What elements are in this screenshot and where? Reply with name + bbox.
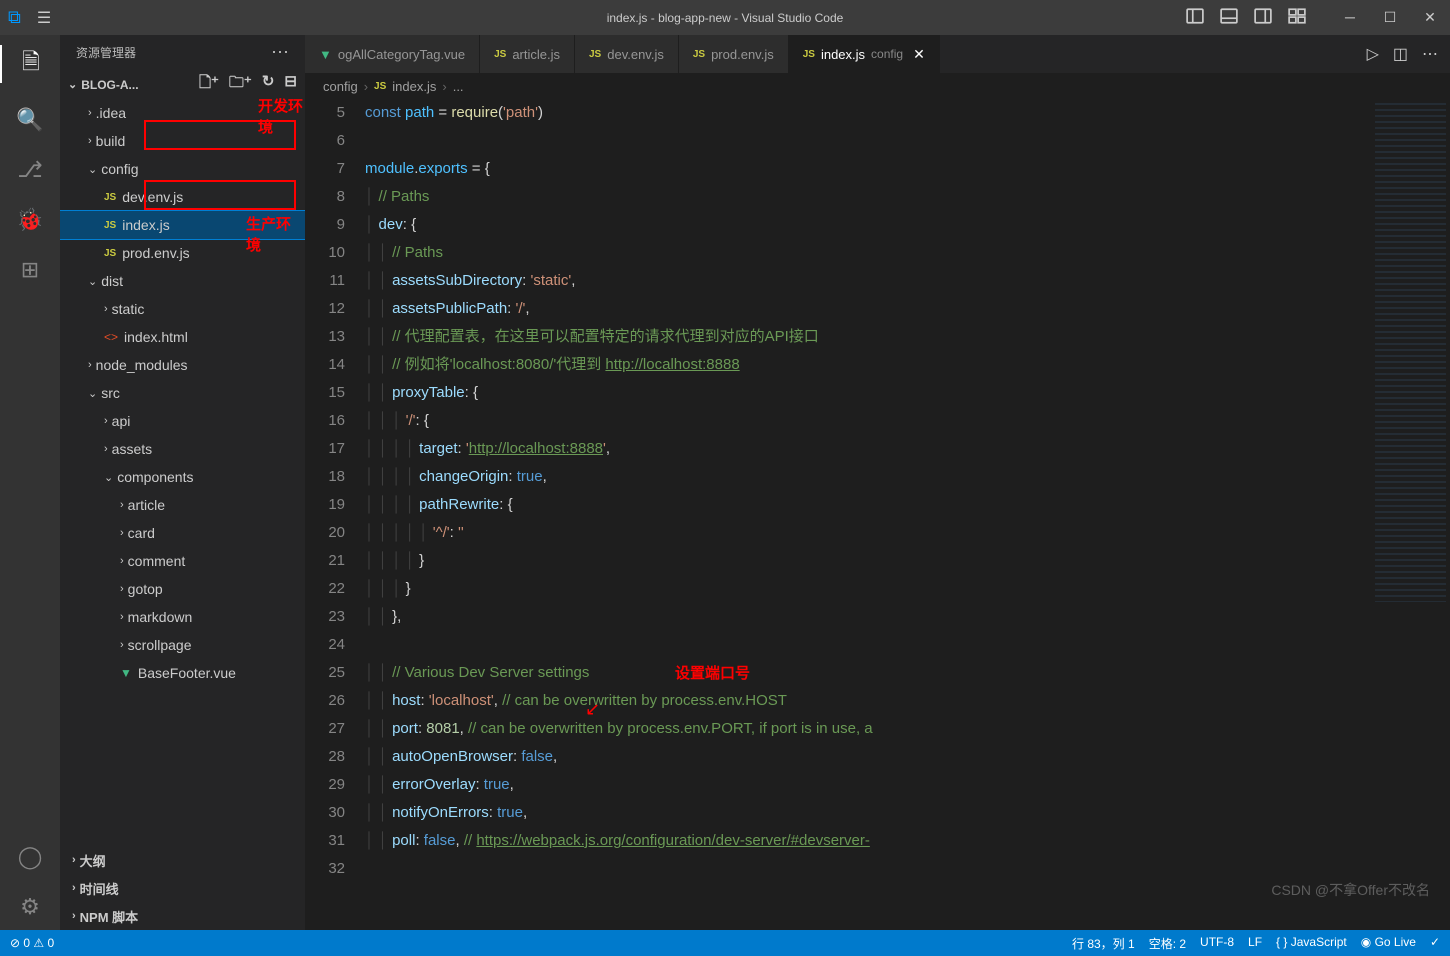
folder-.idea[interactable]: ›.idea xyxy=(60,99,305,127)
new-folder-icon[interactable]: 🗀⁺ xyxy=(229,72,252,97)
search-icon[interactable]: 🔍 xyxy=(16,107,43,133)
file-BaseFooter.vue[interactable]: ▼BaseFooter.vue xyxy=(60,659,305,687)
status-item[interactable]: UTF-8 xyxy=(1200,935,1234,952)
account-icon[interactable]: ◯ xyxy=(18,844,43,870)
minimap[interactable] xyxy=(1370,99,1450,930)
sidebar-section[interactable]: ›NPM 脚本 xyxy=(60,902,305,930)
maximize-icon[interactable]: ☐ xyxy=(1378,9,1402,26)
new-file-icon[interactable]: 🗋⁺ xyxy=(199,72,219,97)
layout-grid-icon[interactable] xyxy=(1288,7,1306,28)
status-item[interactable]: ⊘ 0 ⚠ 0 xyxy=(10,936,54,950)
debug-icon[interactable]: 🐞 xyxy=(16,207,43,233)
statusbar: ⊘ 0 ⚠ 0 行 83，列 1 空格: 2 UTF-8 LF { } JavaScri… xyxy=(0,930,1450,956)
status-item[interactable]: 行 83，列 1 xyxy=(1072,935,1135,952)
sidebar-more-icon[interactable]: ⋯ xyxy=(271,42,289,63)
folder-assets[interactable]: ›assets xyxy=(60,435,305,463)
tab-ogAllCategoryTag.vue[interactable]: ▼ogAllCategoryTag.vue xyxy=(305,35,480,73)
extensions-icon[interactable]: ⊞ xyxy=(21,257,39,283)
watermark: CSDN @不拿Offer不改名 xyxy=(1271,880,1430,900)
status-item[interactable]: ◉ Go Live xyxy=(1361,935,1416,952)
file-tree: ›.idea›build⌄configJSdev.env.jsJSindex.j… xyxy=(60,99,305,846)
sidebar-section[interactable]: ›大纲 xyxy=(60,846,305,874)
close-icon[interactable]: ✕ xyxy=(1418,9,1442,26)
settings-icon[interactable]: ⚙ xyxy=(20,894,40,920)
split-icon[interactable]: ◫ xyxy=(1393,44,1408,64)
folder-node_modules[interactable]: ›node_modules xyxy=(60,351,305,379)
folder-article[interactable]: ›article xyxy=(60,491,305,519)
editor-tabs: ▼ogAllCategoryTag.vueJSarticle.jsJSdev.e… xyxy=(305,35,1450,73)
folder-gotop[interactable]: ›gotop xyxy=(60,575,305,603)
menu-icon[interactable]: ☰ xyxy=(37,8,51,28)
line-numbers: 5678910111213141516171819202122232425262… xyxy=(305,99,365,930)
tab-dev.env.js[interactable]: JSdev.env.js xyxy=(575,35,679,73)
sidebar-section[interactable]: ›时间线 xyxy=(60,874,305,902)
sidebar: 资源管理器 ⋯ ⌄BLOG-A... 🗋⁺ 🗀⁺ ↻ ⊟ ›.idea›buil… xyxy=(60,35,305,930)
status-item[interactable]: LF xyxy=(1248,935,1262,952)
code-content[interactable]: const path = require('path') module.expo… xyxy=(365,99,1370,930)
tab-article.js[interactable]: JSarticle.js xyxy=(480,35,575,73)
annotation-arrow: ↙ xyxy=(585,695,600,723)
folder-comment[interactable]: ›comment xyxy=(60,547,305,575)
titlebar: ⧉ ☰ index.js - blog-app-new - Visual Stu… xyxy=(0,0,1450,35)
file-prod.env.js[interactable]: JSprod.env.js xyxy=(60,239,305,267)
layout-right-icon[interactable] xyxy=(1254,7,1272,28)
folder-api[interactable]: ›api xyxy=(60,407,305,435)
layout-bottom-icon[interactable] xyxy=(1220,7,1238,28)
folder-build[interactable]: ›build xyxy=(60,127,305,155)
explorer-icon[interactable]: 🗎 xyxy=(0,45,60,83)
folder-static[interactable]: ›static xyxy=(60,295,305,323)
source-control-icon[interactable]: ⎇ xyxy=(17,157,42,183)
vscode-logo-icon: ⧉ xyxy=(8,7,21,28)
explorer-toolbar[interactable]: ⌄BLOG-A... 🗋⁺ 🗀⁺ ↻ ⊟ xyxy=(60,70,305,99)
folder-scrollpage[interactable]: ›scrollpage xyxy=(60,631,305,659)
collapse-icon[interactable]: ⊟ xyxy=(284,72,297,97)
folder-card[interactable]: ›card xyxy=(60,519,305,547)
tab-prod.env.js[interactable]: JSprod.env.js xyxy=(679,35,789,73)
more-icon[interactable]: ⋯ xyxy=(1422,44,1438,64)
file-index.html[interactable]: <>index.html xyxy=(60,323,305,351)
activity-bar: 🗎 🔍 ⎇ 🐞 ⊞ ◯ ⚙ xyxy=(0,35,60,930)
breadcrumb[interactable]: config› JS index.js› ... xyxy=(305,73,1450,99)
code-editor[interactable]: 5678910111213141516171819202122232425262… xyxy=(305,99,1450,930)
sidebar-title: 资源管理器 xyxy=(76,44,136,61)
run-icon[interactable]: ▷ xyxy=(1367,44,1379,64)
file-index.js[interactable]: JSindex.js xyxy=(60,211,305,239)
folder-markdown[interactable]: ›markdown xyxy=(60,603,305,631)
folder-components[interactable]: ⌄components xyxy=(60,463,305,491)
file-dev.env.js[interactable]: JSdev.env.js xyxy=(60,183,305,211)
folder-dist[interactable]: ⌄dist xyxy=(60,267,305,295)
window-title: index.js - blog-app-new - Visual Studio … xyxy=(607,11,844,25)
folder-config[interactable]: ⌄config xyxy=(60,155,305,183)
status-item[interactable]: { } JavaScript xyxy=(1276,935,1347,952)
refresh-icon[interactable]: ↻ xyxy=(262,72,275,97)
status-item[interactable]: ✓ xyxy=(1430,935,1440,952)
folder-src[interactable]: ⌄src xyxy=(60,379,305,407)
status-item[interactable]: 空格: 2 xyxy=(1149,935,1186,952)
minimize-icon[interactable]: ─ xyxy=(1338,9,1362,26)
tab-index.js[interactable]: JSindex.js config✕ xyxy=(789,35,940,73)
main-editor-area: ▼ogAllCategoryTag.vueJSarticle.jsJSdev.e… xyxy=(305,35,1450,930)
layout-left-icon[interactable] xyxy=(1186,7,1204,28)
